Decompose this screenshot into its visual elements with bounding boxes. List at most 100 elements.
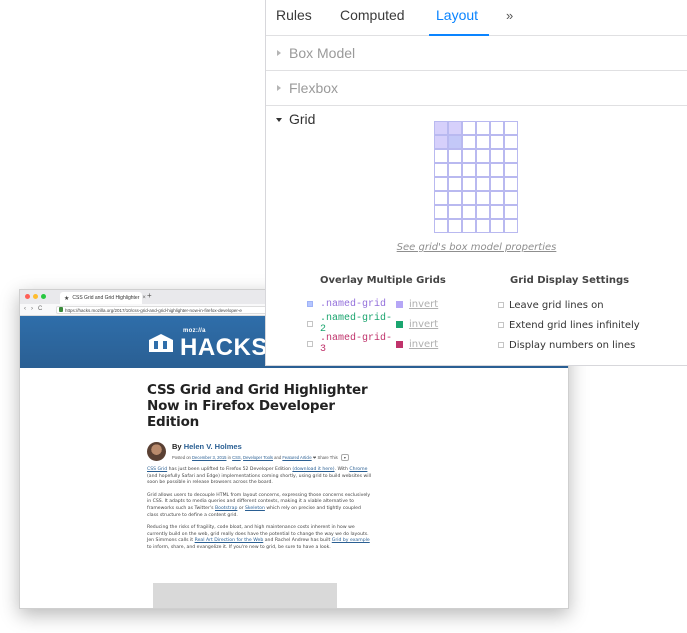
grid-outline-cell[interactable] <box>490 135 504 149</box>
download-link[interactable]: (download it here) <box>292 467 334 472</box>
tab-layout[interactable]: Layout <box>436 7 478 23</box>
grid-outline-cell[interactable] <box>490 177 504 191</box>
setting-checkbox[interactable] <box>498 302 504 308</box>
grid-outline-cell[interactable] <box>476 149 490 163</box>
grid-outline-cell[interactable] <box>448 135 462 149</box>
grid-outline-cell[interactable] <box>462 205 476 219</box>
grid-outline-cell[interactable] <box>504 135 518 149</box>
grid-outline-cell[interactable] <box>448 219 462 233</box>
grid-outline-cell[interactable] <box>462 191 476 205</box>
grid-outline-cell[interactable] <box>462 219 476 233</box>
grid-outline-cell[interactable] <box>476 135 490 149</box>
close-window-button[interactable] <box>25 294 30 299</box>
flexbox-section-header[interactable]: Flexbox <box>266 71 687 106</box>
invert-link[interactable]: invert <box>409 319 438 330</box>
article: CSS Grid and Grid Highlighter Now in Fir… <box>147 382 372 552</box>
devtools-panel: Rules Computed Layout » Box Model Flexbo… <box>265 0 687 366</box>
grid-outline-cell[interactable] <box>462 163 476 177</box>
reload-button[interactable]: C <box>38 306 42 312</box>
grid-outline-cell[interactable] <box>476 177 490 191</box>
more-tabs-button[interactable]: » <box>506 8 513 23</box>
grid-color-swatch[interactable] <box>396 340 403 348</box>
share-label[interactable]: Share This <box>318 455 338 460</box>
url-field[interactable]: https://hacks.mozilla.org/2017/10/css-gr… <box>56 306 286 314</box>
grid-outline-cell[interactable] <box>490 219 504 233</box>
grid-outline-cell[interactable] <box>504 191 518 205</box>
grid-outline-cell[interactable] <box>504 205 518 219</box>
box-model-section-header[interactable]: Box Model <box>266 36 687 71</box>
collapse-arrow-icon[interactable] <box>276 118 282 122</box>
grid-outline-cell[interactable] <box>434 149 448 163</box>
hacks-logo-text[interactable]: HACKS <box>180 334 268 362</box>
grid-outline-cell[interactable] <box>476 191 490 205</box>
setting-label: Display numbers on lines <box>509 339 636 351</box>
grid-outline-cell[interactable] <box>448 121 462 135</box>
post-date-link[interactable]: December 3, 2015 <box>192 455 226 460</box>
grid-outline-cell[interactable] <box>504 149 518 163</box>
back-button[interactable]: ‹ <box>24 306 26 312</box>
minimize-window-button[interactable] <box>33 294 38 299</box>
grid-outline-cell[interactable] <box>476 205 490 219</box>
tab-close-icon[interactable]: × <box>142 295 146 301</box>
grid-outline-cell[interactable] <box>462 121 476 135</box>
overlay-grid-checkbox[interactable] <box>307 341 313 347</box>
grid-box-model-link[interactable]: See grid's box model properties <box>266 242 687 253</box>
css-grid-link[interactable]: CSS Grid <box>147 467 167 472</box>
grid-section-title[interactable]: Grid <box>289 111 315 127</box>
grid-outline-cell[interactable] <box>504 163 518 177</box>
grid-outline-cell[interactable] <box>476 121 490 135</box>
grid-outline-cell[interactable] <box>504 177 518 191</box>
grid-outline-cell[interactable] <box>434 191 448 205</box>
setting-checkbox[interactable] <box>498 342 504 348</box>
article-paragraph: Reducing the risks of fragility, code bl… <box>147 525 372 551</box>
maximize-window-button[interactable] <box>41 294 46 299</box>
grid-outline-cell[interactable] <box>476 219 490 233</box>
grid-outline-cell[interactable] <box>504 219 518 233</box>
real-art-direction-link[interactable]: Real Art Direction for the Web <box>195 538 264 543</box>
new-tab-button[interactable]: + <box>147 291 152 300</box>
overlay-grid-checkbox[interactable] <box>307 321 313 327</box>
and-label: and <box>274 455 282 460</box>
grid-color-swatch[interactable] <box>396 300 403 308</box>
post-meta: Posted on December 3, 2015 in CSS, Devel… <box>172 454 349 461</box>
category-link-css[interactable]: CSS <box>232 455 241 460</box>
grid-outline-cell[interactable] <box>490 149 504 163</box>
bootstrap-link[interactable]: Bootstrap <box>215 506 237 511</box>
grid-color-swatch[interactable] <box>396 320 403 328</box>
grid-outline-cell[interactable] <box>434 205 448 219</box>
forward-button[interactable]: › <box>31 306 33 312</box>
grid-outline-cell[interactable] <box>490 121 504 135</box>
author-link[interactable]: Helen V. Holmes <box>184 442 242 451</box>
grid-by-example-link[interactable]: Grid by example <box>332 538 370 543</box>
invert-link[interactable]: invert <box>409 299 438 310</box>
grid-outline-cell[interactable] <box>448 191 462 205</box>
grid-outline-cell[interactable] <box>434 163 448 177</box>
tab-computed[interactable]: Computed <box>340 7 405 23</box>
grid-outline-cell[interactable] <box>490 205 504 219</box>
chrome-link[interactable]: Chrome <box>349 467 367 472</box>
grid-outline-cell[interactable] <box>448 205 462 219</box>
grid-outline-cell[interactable] <box>462 149 476 163</box>
browser-tab[interactable]: ★ CSS Grid and Grid Highlighter × <box>60 292 146 304</box>
grid-outline-cell[interactable] <box>476 163 490 177</box>
grid-outline-cell[interactable] <box>504 121 518 135</box>
grid-outline-cell[interactable] <box>434 177 448 191</box>
grid-outline-cell[interactable] <box>462 177 476 191</box>
overlay-grid-checkbox[interactable] <box>307 301 313 307</box>
setting-checkbox[interactable] <box>498 322 504 328</box>
category-link-devtools[interactable]: Developer Tools <box>243 455 273 460</box>
grid-outline-cell[interactable] <box>448 163 462 177</box>
invert-link[interactable]: invert <box>409 339 438 350</box>
grid-outline-cell[interactable] <box>434 135 448 149</box>
grid-outline-cell[interactable] <box>448 177 462 191</box>
share-dropdown-button[interactable]: ▾ <box>340 454 349 461</box>
grid-outline-cell[interactable] <box>490 191 504 205</box>
grid-outline-cell[interactable] <box>462 135 476 149</box>
grid-outline-cell[interactable] <box>490 163 504 177</box>
grid-outline-cell[interactable] <box>448 149 462 163</box>
category-link-featured[interactable]: Featured Article <box>282 455 311 460</box>
skeleton-link[interactable]: Skeleton <box>245 506 265 511</box>
grid-outline-cell[interactable] <box>434 121 448 135</box>
tab-rules[interactable]: Rules <box>276 7 312 23</box>
grid-outline-cell[interactable] <box>434 219 448 233</box>
